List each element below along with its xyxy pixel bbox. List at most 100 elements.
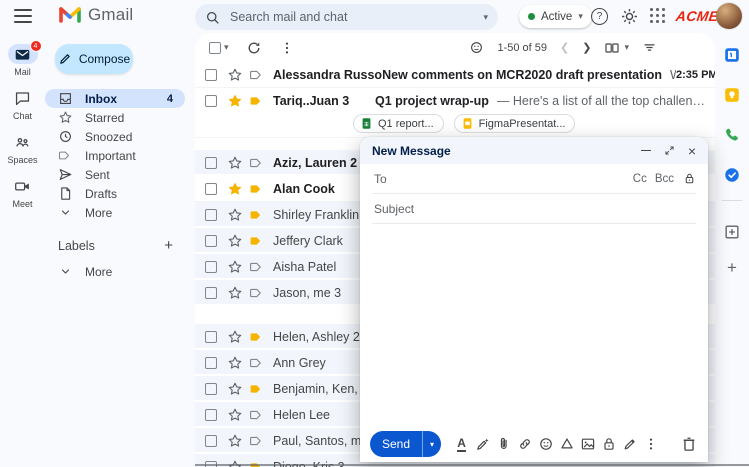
more-options-icon[interactable] xyxy=(279,40,295,56)
row-checkbox[interactable] xyxy=(205,235,217,247)
rail-item-meet[interactable]: Meet xyxy=(0,176,45,209)
bcc-toggle[interactable]: Bcc xyxy=(655,173,674,185)
account-avatar[interactable] xyxy=(716,3,742,29)
older-page-icon[interactable]: ❯ xyxy=(582,41,591,54)
more-icon[interactable] xyxy=(640,434,661,454)
discard-draft-icon[interactable] xyxy=(680,435,698,453)
importance-icon[interactable] xyxy=(249,329,265,345)
sidebar-item-important[interactable]: Important xyxy=(45,146,185,165)
subject-field[interactable] xyxy=(372,194,696,224)
select-caret-icon[interactable]: ▾ xyxy=(224,43,229,52)
sidebar-item-inbox[interactable]: Inbox4 xyxy=(45,89,185,108)
row-checkbox[interactable] xyxy=(205,157,217,169)
signature-icon[interactable] xyxy=(619,434,640,454)
star-icon[interactable] xyxy=(227,155,243,171)
close-icon[interactable]: × xyxy=(688,144,696,158)
create-label-plus-icon[interactable]: + xyxy=(164,237,185,254)
cc-toggle[interactable]: Cc xyxy=(633,173,647,185)
help-icon[interactable]: ? xyxy=(591,8,608,25)
row-checkbox[interactable] xyxy=(205,383,217,395)
row-checkbox[interactable] xyxy=(205,409,217,421)
attachment-chip[interactable]: Q1 report... xyxy=(353,114,444,133)
lock-icon[interactable] xyxy=(683,172,696,185)
row-checkbox[interactable] xyxy=(205,95,217,107)
importance-icon[interactable] xyxy=(249,285,265,301)
star-icon[interactable] xyxy=(227,67,243,83)
rail-item-chat[interactable]: Chat xyxy=(0,88,45,121)
star-icon[interactable] xyxy=(227,207,243,223)
email-row[interactable]: Tariq..Juan 3Q1 project wrap-up— Here's … xyxy=(195,88,715,138)
sidebar-item-snoozed[interactable]: Snoozed xyxy=(45,127,185,146)
email-row[interactable]: Alessandra RussoNew comments on MCR2020 … xyxy=(195,62,715,88)
importance-icon[interactable] xyxy=(249,155,265,171)
drive-icon[interactable] xyxy=(556,434,577,454)
rail-item-spaces[interactable]: Spaces xyxy=(0,132,45,165)
importance-icon[interactable] xyxy=(249,407,265,423)
message-body[interactable] xyxy=(360,224,708,426)
importance-icon[interactable] xyxy=(249,433,265,449)
importance-icon[interactable] xyxy=(249,259,265,275)
sidebar-item-more[interactable]: More xyxy=(45,203,185,222)
rail-item-mail[interactable]: 4Mail xyxy=(0,44,45,77)
sidebar-item-drafts[interactable]: Drafts xyxy=(45,184,185,203)
search-input[interactable] xyxy=(228,9,475,25)
keep-icon[interactable] xyxy=(723,86,741,104)
help-me-write-icon[interactable] xyxy=(472,434,493,454)
importance-icon[interactable] xyxy=(249,355,265,371)
status-chip[interactable]: Active ▾ xyxy=(519,5,592,28)
row-checkbox[interactable] xyxy=(205,331,217,343)
send-options-caret-icon[interactable]: ▾ xyxy=(423,431,441,457)
sidebar-item-starred[interactable]: Starred xyxy=(45,108,185,127)
filter-icon[interactable] xyxy=(642,40,657,55)
input-tools-icon[interactable] xyxy=(469,40,484,55)
star-icon[interactable] xyxy=(227,329,243,345)
importance-icon[interactable] xyxy=(249,207,265,223)
compose-header[interactable]: New Message × xyxy=(360,137,708,164)
tasks-icon[interactable] xyxy=(723,166,741,184)
image-icon[interactable] xyxy=(577,434,598,454)
star-icon[interactable] xyxy=(227,233,243,249)
star-icon[interactable] xyxy=(227,181,243,197)
star-icon[interactable] xyxy=(227,433,243,449)
star-icon[interactable] xyxy=(227,259,243,275)
row-checkbox[interactable] xyxy=(205,357,217,369)
row-checkbox[interactable] xyxy=(205,435,217,447)
search-options-caret-icon[interactable]: ▾ xyxy=(483,13,488,22)
voice-icon[interactable] xyxy=(723,126,741,144)
row-checkbox[interactable] xyxy=(205,69,217,81)
compose-button[interactable]: Compose xyxy=(55,44,133,74)
to-input[interactable] xyxy=(372,171,633,187)
select-all-checkbox[interactable] xyxy=(209,42,221,54)
settings-gear-icon[interactable] xyxy=(620,7,639,26)
to-field[interactable]: Cc Bcc xyxy=(372,164,696,194)
format-icon[interactable]: A xyxy=(451,434,472,454)
pop-out-icon[interactable] xyxy=(664,145,675,156)
star-icon[interactable] xyxy=(227,285,243,301)
star-icon[interactable] xyxy=(227,355,243,371)
newer-page-icon[interactable]: ❮ xyxy=(560,41,569,54)
star-icon[interactable] xyxy=(227,407,243,423)
search-bar[interactable]: ▾ xyxy=(195,4,498,30)
get-add-ons-plus-icon[interactable]: + xyxy=(727,259,737,276)
importance-icon[interactable] xyxy=(249,381,265,397)
confidential-icon[interactable] xyxy=(598,434,619,454)
importance-icon[interactable] xyxy=(249,67,265,83)
star-icon[interactable] xyxy=(227,381,243,397)
split-pane-toggle[interactable]: ▾ xyxy=(604,40,629,56)
send-button[interactable]: Send ▾ xyxy=(370,431,441,457)
row-checkbox[interactable] xyxy=(205,287,217,299)
importance-icon[interactable] xyxy=(249,233,265,249)
star-icon[interactable] xyxy=(227,93,243,109)
importance-icon[interactable] xyxy=(249,93,265,109)
refresh-icon[interactable] xyxy=(246,40,262,56)
sidebar-item-labels-more[interactable]: More xyxy=(45,262,185,281)
attach-icon[interactable] xyxy=(493,434,514,454)
subject-input[interactable] xyxy=(372,201,696,217)
row-checkbox[interactable] xyxy=(205,183,217,195)
attachment-chip[interactable]: FigmaPresentat... xyxy=(454,114,576,133)
google-apps-icon[interactable] xyxy=(650,8,666,24)
importance-icon[interactable] xyxy=(249,181,265,197)
calendar-icon[interactable] xyxy=(723,46,741,64)
minimize-icon[interactable] xyxy=(641,150,651,151)
link-icon[interactable] xyxy=(514,434,535,454)
